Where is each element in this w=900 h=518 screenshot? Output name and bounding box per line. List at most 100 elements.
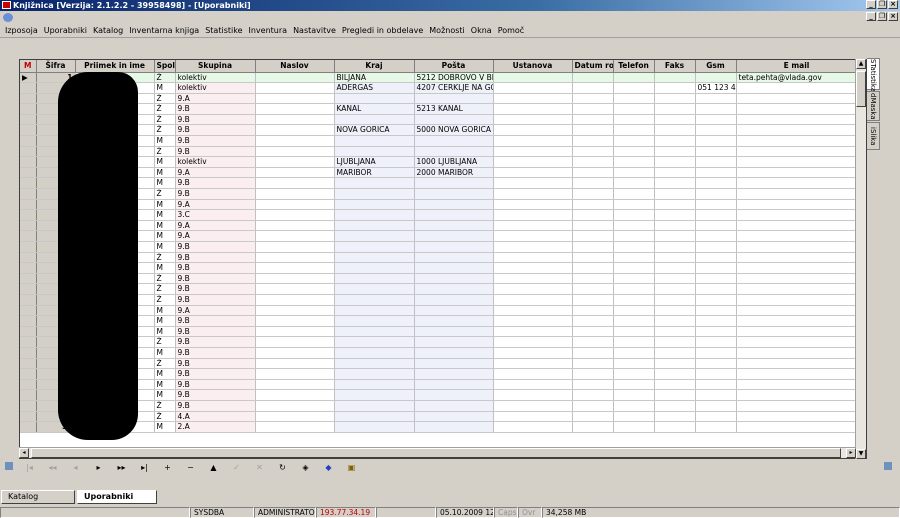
cell[interactable]	[736, 368, 858, 380]
cell[interactable]	[613, 199, 655, 211]
cell[interactable]	[695, 230, 737, 242]
cell[interactable]: 051 123 456	[695, 82, 737, 94]
cell[interactable]: 9.B	[175, 273, 256, 285]
cell[interactable]	[654, 411, 696, 423]
cell[interactable]	[613, 177, 655, 190]
cell[interactable]	[613, 379, 655, 391]
cell[interactable]	[493, 294, 573, 306]
table-row[interactable]: 19Ž9.B	[20, 252, 858, 264]
table-row[interactable]: 28M9.B	[20, 347, 858, 359]
cell[interactable]	[414, 315, 494, 327]
column-header[interactable]: Skupina	[175, 60, 256, 73]
cell[interactable]	[654, 315, 696, 327]
cell[interactable]	[493, 209, 573, 221]
cell[interactable]	[493, 421, 573, 433]
menu-item-7[interactable]: Pregledi in obdelave	[339, 26, 426, 35]
cell[interactable]	[572, 167, 614, 179]
cell[interactable]	[736, 146, 858, 158]
cell[interactable]: 4207 CERKLJE NA GO...	[414, 82, 494, 94]
cell[interactable]	[414, 177, 494, 190]
cell[interactable]	[736, 188, 858, 200]
column-header[interactable]: E mail	[736, 60, 858, 73]
table-row[interactable]: 11M9.AMARIBOR2000 MARIBOR	[20, 167, 858, 179]
cell[interactable]	[572, 230, 614, 242]
cell[interactable]	[695, 252, 737, 264]
cell[interactable]	[493, 273, 573, 285]
cell[interactable]	[613, 411, 655, 423]
cell[interactable]: 9.A	[175, 199, 256, 211]
cell[interactable]	[654, 421, 696, 433]
cell[interactable]	[736, 411, 858, 423]
cell[interactable]	[736, 156, 858, 168]
cell[interactable]	[255, 305, 335, 317]
table-row[interactable]: 31M9.B	[20, 379, 858, 391]
cell[interactable]	[736, 124, 858, 137]
cell[interactable]	[572, 421, 614, 433]
cell[interactable]	[414, 389, 494, 401]
table-row[interactable]: 13Ž9.B	[20, 188, 858, 200]
close-button[interactable]: ×	[888, 0, 898, 9]
table-row[interactable]: 36M2.A	[20, 421, 858, 433]
table-row[interactable]: 24M9.A	[20, 305, 858, 317]
cell[interactable]	[613, 400, 655, 412]
cell[interactable]	[695, 262, 737, 274]
cell[interactable]	[572, 82, 614, 94]
cell[interactable]	[493, 156, 573, 168]
cell[interactable]	[736, 230, 858, 242]
cell[interactable]	[334, 177, 415, 190]
cell[interactable]	[695, 209, 737, 221]
cell[interactable]	[695, 103, 737, 115]
scroll-thumb[interactable]	[856, 71, 866, 107]
cell[interactable]	[493, 347, 573, 359]
cell[interactable]	[572, 273, 614, 285]
cell[interactable]	[572, 315, 614, 327]
cell[interactable]	[613, 82, 655, 94]
cell[interactable]	[613, 315, 655, 327]
cell[interactable]	[255, 146, 335, 158]
cell[interactable]	[736, 326, 858, 338]
cell[interactable]: 9.B	[175, 326, 256, 338]
cell[interactable]	[572, 294, 614, 306]
cell[interactable]: M	[154, 167, 176, 179]
table-row[interactable]: 20M9.B	[20, 262, 858, 274]
cell[interactable]	[414, 294, 494, 306]
edit-icon[interactable]: ▲	[202, 463, 225, 472]
cell[interactable]	[613, 135, 655, 147]
cell[interactable]	[255, 262, 335, 274]
cell[interactable]: M	[154, 209, 176, 221]
cell[interactable]	[493, 220, 573, 232]
cell[interactable]	[736, 135, 858, 147]
cell[interactable]	[493, 262, 573, 274]
cell[interactable]	[695, 379, 737, 391]
cell[interactable]: LJUBLJANA	[334, 156, 415, 168]
cell[interactable]	[654, 230, 696, 242]
cell[interactable]	[255, 273, 335, 285]
cell[interactable]: 9.B	[175, 368, 256, 380]
column-header[interactable]: Spol	[154, 60, 176, 73]
cell[interactable]	[736, 93, 858, 105]
cell[interactable]	[572, 114, 614, 126]
cell[interactable]	[695, 358, 737, 370]
prior-icon[interactable]: ◂	[64, 463, 87, 472]
cell[interactable]	[334, 241, 415, 253]
table-row[interactable]: 14M9.A	[20, 199, 858, 211]
cell[interactable]: 9.A	[175, 220, 256, 232]
table-row[interactable]: 10MkolektivLJUBLJANA1000 LJUBLJANA	[20, 156, 858, 168]
cell[interactable]	[334, 389, 415, 401]
cell[interactable]	[736, 336, 858, 348]
cell[interactable]	[613, 124, 655, 137]
cell[interactable]	[255, 199, 335, 211]
cell[interactable]	[654, 262, 696, 274]
table-row[interactable]: 26M9.B	[20, 326, 858, 338]
child-restore-button[interactable]: ❐	[877, 12, 887, 21]
cell[interactable]	[255, 379, 335, 391]
cell[interactable]	[695, 400, 737, 412]
cell[interactable]	[572, 326, 614, 338]
menu-item-1[interactable]: Uporabniki	[41, 26, 90, 35]
cell[interactable]	[414, 230, 494, 242]
cell[interactable]	[414, 379, 494, 391]
cell[interactable]: Ž	[154, 336, 176, 348]
cell[interactable]	[572, 262, 614, 274]
cell[interactable]	[736, 379, 858, 391]
cell[interactable]	[493, 82, 573, 94]
